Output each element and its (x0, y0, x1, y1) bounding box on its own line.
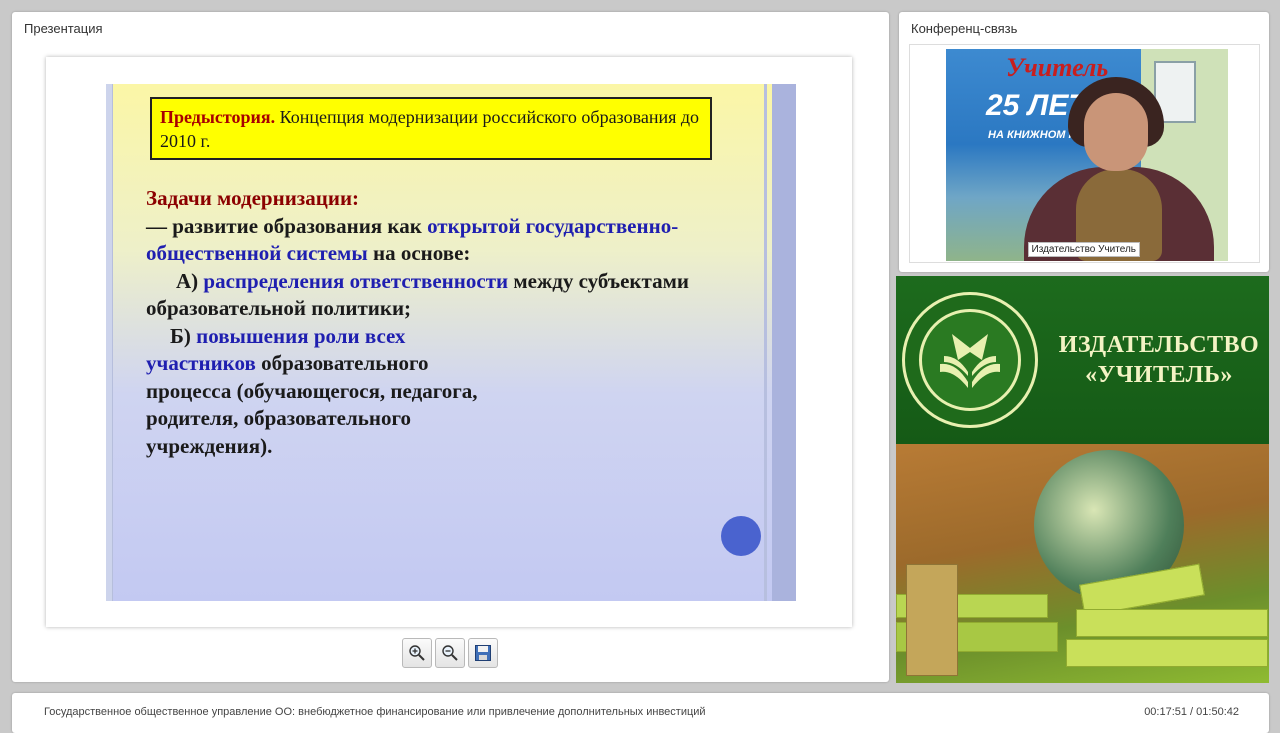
zoom-out-button[interactable] (435, 638, 465, 668)
task-item-b: Б) повышения роли всех участников образо… (146, 323, 496, 461)
video-stream[interactable]: Учитель 25 ЛЕТ НА КНИЖНОМ РЫНКЕ РОССИИ И… (946, 49, 1228, 261)
publisher-name: ИЗДАТЕЛЬСТВО «УЧИТЕЛЬ» (1054, 330, 1264, 390)
conference-title: Конференц-связь (911, 21, 1018, 36)
presentation-panel: Презентация Предыстория. Концепция модер… (12, 12, 889, 682)
save-button[interactable] (468, 638, 498, 668)
publisher-photo (896, 444, 1269, 683)
conference-panel: Конференц-связь Учитель 25 ЛЕТ НА КНИЖНО… (899, 12, 1269, 272)
playback-time: 00:17:51 / 01:50:42 (1144, 706, 1239, 718)
slide-right-rule (764, 84, 767, 601)
publisher-logo-icon (902, 292, 1038, 428)
publisher-name-line2: «УЧИТЕЛЬ» (1085, 362, 1233, 388)
publisher-logo-area: ИЗДАТЕЛЬСТВО «УЧИТЕЛЬ» (896, 276, 1269, 444)
tasks-line-1: — развитие образования как открытой госу… (146, 213, 746, 268)
video-frame: Учитель 25 ЛЕТ НА КНИЖНОМ РЫНКЕ РОССИИ И… (909, 44, 1260, 263)
book-emblem-icon (940, 334, 1000, 388)
book-spine-image (906, 564, 958, 676)
webinar-title: Государственное общественное управление … (44, 706, 706, 718)
book-image (1076, 609, 1268, 637)
line1-text-c: на основе: (367, 241, 471, 265)
banner-word: Учитель (1006, 53, 1109, 82)
slide-frame: Предыстория. Концепция модернизации росс… (46, 57, 852, 627)
item-a-highlight: распределения ответственности (203, 268, 509, 293)
task-item-a: А) распределения ответственности между с… (146, 268, 746, 323)
floppy-disk-icon (475, 645, 491, 661)
footer-bar: Государственное общественное управление … (12, 693, 1269, 733)
line1-text-a: — развитие образования как (146, 213, 428, 238)
history-lead: Предыстория. (160, 107, 276, 127)
slide-left-rule (106, 84, 113, 601)
pointer-dot (721, 516, 761, 556)
slide: Предыстория. Концепция модернизации росс… (106, 84, 796, 601)
zoom-out-icon (442, 645, 458, 661)
speaker-face (1084, 93, 1148, 171)
publisher-name-line1: ИЗДАТЕЛЬСТВО (1058, 332, 1260, 358)
item-a-prefix: А) (176, 268, 204, 293)
item-b-prefix: Б) (170, 323, 197, 348)
slide-right-band (772, 84, 796, 601)
publisher-logo-inner (919, 309, 1021, 411)
zoom-in-icon (409, 645, 425, 661)
tasks-heading: Задачи модернизации: (146, 186, 360, 210)
video-participant-label: Издательство Учитель (1027, 242, 1140, 257)
slide-body: Задачи модернизации: — развитие образова… (146, 185, 746, 460)
zoom-in-button[interactable] (402, 638, 432, 668)
history-box: Предыстория. Концепция модернизации росс… (150, 97, 712, 160)
book-image (1066, 639, 1268, 667)
presentation-title: Презентация (24, 21, 103, 36)
